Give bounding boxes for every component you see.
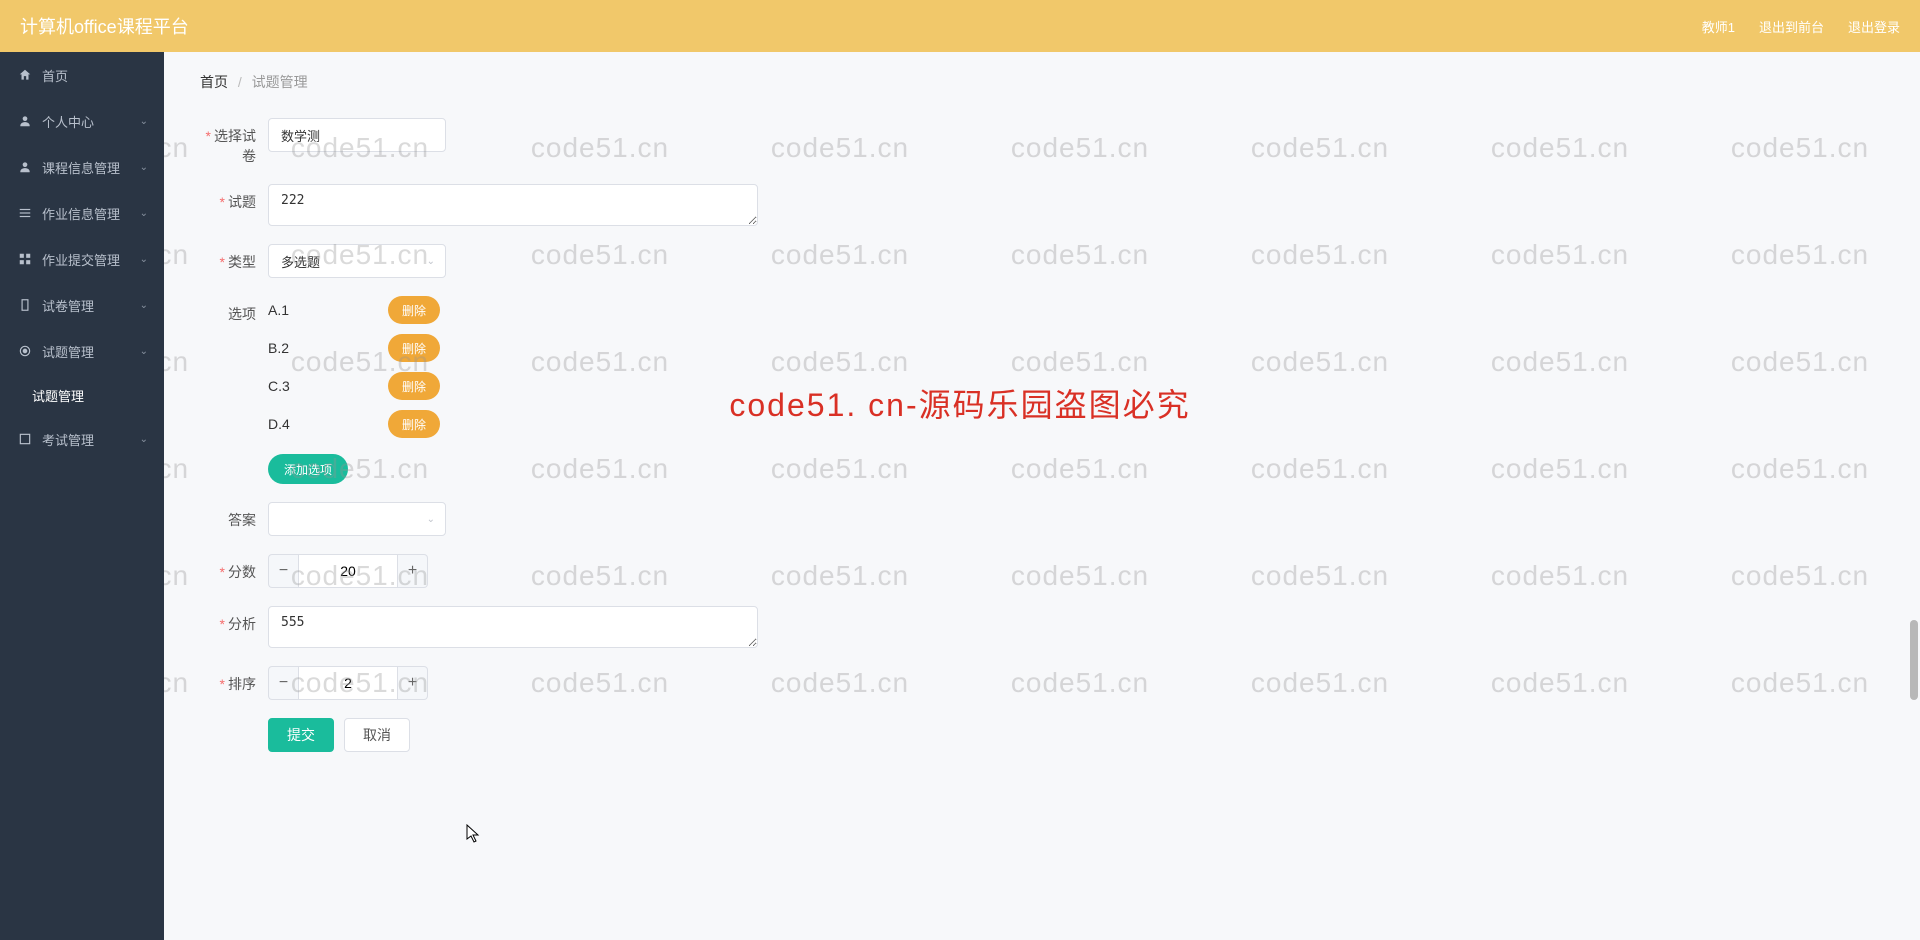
- logout-link[interactable]: 退出登录: [1848, 17, 1900, 36]
- type-select[interactable]: 多选题 ⌄: [268, 244, 446, 278]
- breadcrumb-sep: /: [238, 74, 242, 90]
- cursor-icon: [466, 824, 482, 847]
- sidebar-item-label: 课程信息管理: [42, 158, 120, 177]
- sidebar-item-exam[interactable]: 考试管理 ⌄: [0, 416, 164, 462]
- answer-select[interactable]: ⌄: [268, 502, 446, 536]
- sidebar-item-question[interactable]: 试题管理 ⌄: [0, 328, 164, 374]
- sidebar-item-homework[interactable]: 作业信息管理 ⌄: [0, 190, 164, 236]
- label-score: *分数: [200, 554, 268, 582]
- cancel-button[interactable]: 取消: [344, 718, 410, 752]
- analysis-textarea[interactable]: [268, 606, 758, 648]
- add-option-button[interactable]: 添加选项: [268, 454, 348, 484]
- label-select-paper: *选择试卷: [200, 118, 268, 166]
- chevron-down-icon: ⌄: [427, 256, 435, 267]
- sidebar-item-paper[interactable]: 试卷管理 ⌄: [0, 282, 164, 328]
- delete-option-button[interactable]: 删除: [388, 296, 440, 324]
- score-stepper: − +: [268, 554, 428, 588]
- chevron-down-icon: ⌄: [427, 514, 435, 525]
- option-text: B.2: [268, 340, 388, 356]
- delete-option-button[interactable]: 删除: [388, 334, 440, 362]
- main-content: 首页 / 试题管理 *选择试卷 *试题 *类型 多选题 ⌄ 选项 A.1: [164, 52, 1920, 940]
- exit-to-front-link[interactable]: 退出到前台: [1759, 17, 1824, 36]
- scrollbar-thumb[interactable]: [1910, 620, 1918, 700]
- sidebar-item-submit[interactable]: 作业提交管理 ⌄: [0, 236, 164, 282]
- select-paper-input[interactable]: [268, 118, 446, 152]
- score-increase-button[interactable]: +: [398, 554, 428, 588]
- chevron-down-icon: ⌄: [140, 434, 148, 445]
- chevron-down-icon: ⌄: [140, 300, 148, 311]
- sidebar-item-label: 试卷管理: [42, 296, 94, 315]
- submit-button[interactable]: 提交: [268, 718, 334, 752]
- breadcrumb-home[interactable]: 首页: [200, 74, 228, 90]
- user-link[interactable]: 教师1: [1702, 17, 1735, 36]
- label-sort: *排序: [200, 666, 268, 694]
- label-analysis: *分析: [200, 606, 268, 634]
- chevron-down-icon: ⌄: [140, 208, 148, 219]
- sidebar-item-label: 试题管理: [32, 386, 84, 405]
- chevron-down-icon: ⌄: [140, 254, 148, 265]
- option-text: C.3: [268, 378, 388, 394]
- label-options: 选项: [200, 296, 268, 324]
- sort-stepper: − +: [268, 666, 428, 700]
- breadcrumb: 首页 / 试题管理: [164, 52, 1920, 108]
- delete-option-button[interactable]: 删除: [388, 410, 440, 438]
- sidebar-item-label: 考试管理: [42, 430, 94, 449]
- list-icon: [18, 206, 32, 220]
- user-mg-icon: [18, 160, 32, 174]
- sidebar-item-home[interactable]: 首页: [0, 52, 164, 98]
- sidebar-item-label: 试题管理: [42, 342, 94, 361]
- option-row: A.1 删除: [268, 296, 440, 324]
- home-icon: [18, 68, 32, 82]
- sort-input[interactable]: [298, 666, 398, 700]
- sidebar: 首页 个人中心 ⌄ 课程信息管理 ⌄ 作业信息管理 ⌄ 作业提交管理 ⌄ 试卷管…: [0, 52, 164, 940]
- sort-decrease-button[interactable]: −: [268, 666, 298, 700]
- sidebar-item-profile[interactable]: 个人中心 ⌄: [0, 98, 164, 144]
- sidebar-item-label: 首页: [42, 66, 68, 85]
- sidebar-item-label: 作业提交管理: [42, 250, 120, 269]
- user-icon: [18, 114, 32, 128]
- chevron-down-icon: ⌄: [140, 346, 148, 357]
- paper-icon: [18, 298, 32, 312]
- exam-icon: [18, 432, 32, 446]
- sidebar-item-label: 个人中心: [42, 112, 94, 131]
- top-header: 计算机office课程平台 教师1 退出到前台 退出登录: [0, 0, 1920, 52]
- option-row: C.3 删除: [268, 372, 440, 400]
- option-text: D.4: [268, 416, 388, 432]
- delete-option-button[interactable]: 删除: [388, 372, 440, 400]
- option-row: D.4 删除: [268, 410, 440, 438]
- label-question: *试题: [200, 184, 268, 212]
- score-decrease-button[interactable]: −: [268, 554, 298, 588]
- option-row: B.2 删除: [268, 334, 440, 362]
- chevron-down-icon: ⌄: [140, 162, 148, 173]
- target-icon: [18, 344, 32, 358]
- sidebar-item-label: 作业信息管理: [42, 204, 120, 223]
- label-type: *类型: [200, 244, 268, 272]
- option-text: A.1: [268, 302, 388, 318]
- label-answer: 答案: [200, 502, 268, 530]
- chevron-down-icon: ⌄: [140, 116, 148, 127]
- type-select-value: 多选题: [281, 252, 320, 271]
- grid-icon: [18, 252, 32, 266]
- app-logo: 计算机office课程平台: [20, 13, 189, 39]
- question-textarea[interactable]: [268, 184, 758, 226]
- sidebar-item-course[interactable]: 课程信息管理 ⌄: [0, 144, 164, 190]
- score-input[interactable]: [298, 554, 398, 588]
- sort-increase-button[interactable]: +: [398, 666, 428, 700]
- breadcrumb-current: 试题管理: [252, 74, 308, 90]
- sidebar-subitem-question-manage[interactable]: 试题管理: [0, 374, 164, 416]
